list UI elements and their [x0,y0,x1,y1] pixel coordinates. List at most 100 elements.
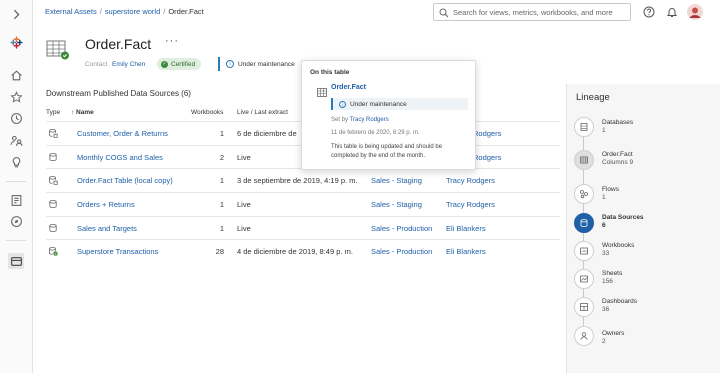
lineage-dashboards[interactable]: Dashboards 36 [602,298,637,314]
table-asset-icon [46,40,70,60]
sheet-icon[interactable] [574,269,594,289]
info-icon: i [339,100,346,108]
search-box[interactable] [433,3,631,21]
search-input[interactable] [453,6,628,19]
datasource-live-icon [48,199,58,209]
left-nav-rail [0,0,33,373]
home-icon[interactable] [8,67,24,83]
row-name-link[interactable]: Customer, Order & Returns [77,129,168,138]
lineage-title: Lineage [576,92,610,103]
lineage-label: Databases [602,119,634,126]
row-name-link[interactable]: Monthly COGS and Sales [77,153,163,162]
row-live: Live [237,223,251,233]
lineage-workbooks[interactable]: Workbooks 33 [602,242,634,258]
more-actions-button[interactable]: ··· [165,35,179,47]
lineage-sheets[interactable]: Sheets 156 [602,270,622,286]
table-row[interactable]: Sales and Targets 1 Live Sales - Product… [46,215,560,240]
row-name-link[interactable]: Superstore Transactions [77,247,158,256]
lineage-count: 2 [602,338,606,345]
rail-divider [6,240,26,241]
popover-message: This table is being updated and should b… [331,144,443,159]
row-project-link[interactable]: Sales - Staging [371,176,422,185]
page-title: Order.Fact [85,36,152,52]
table-row[interactable]: Superstore Transactions 28 4 de diciembr… [46,239,560,263]
row-name-link[interactable]: Order.Fact Table (local copy) [77,176,173,185]
maintenance-popover: On this table Order.Fact i Under mainten… [301,60,476,170]
lineage-owners[interactable]: Owners 2 [602,330,624,346]
row-project-link[interactable]: Sales - Staging [371,200,422,209]
row-workbooks: 2 [219,152,224,162]
dashboard-icon[interactable] [574,297,594,317]
col-workbooks[interactable]: Workbooks [191,109,223,116]
row-workbooks: 1 [219,129,224,138]
tableau-logo-icon[interactable] [8,34,24,50]
row-owner-link[interactable]: Eli Blankers [446,247,486,256]
lineage-label: Dashboards [602,298,638,305]
help-icon[interactable] [642,5,656,19]
shared-with-me-icon[interactable] [8,132,24,148]
recents-clock-icon[interactable] [8,110,24,126]
certified-badge[interactable]: ✓ Certified [157,58,202,70]
popover-table-link[interactable]: Order.Fact [331,84,366,91]
owner-icon[interactable] [574,326,594,346]
row-owner-link[interactable]: Tracy Rodgers [446,200,495,209]
row-owner-link[interactable]: Tracy Rodgers [446,176,495,185]
collections-icon[interactable] [8,192,24,208]
lineage-count: 1 [602,127,606,134]
table-icon[interactable] [574,150,594,170]
row-owner-link[interactable]: Eli Blankers [446,224,486,233]
row-project-link[interactable]: Sales - Production [371,224,432,233]
datasource-live-icon [48,223,58,233]
row-live: Live [237,152,251,162]
row-live: 4 de diciembre de 2019, 8:49 p. m. [237,247,353,257]
workbook-icon[interactable] [574,241,594,261]
lineage-flows[interactable]: Flows 1 [602,186,619,202]
col-type[interactable]: Type [46,109,60,116]
expand-chevron-icon[interactable] [8,6,24,22]
recommendations-bulb-icon[interactable] [8,154,24,170]
row-name-link[interactable]: Orders + Returns [77,200,135,209]
row-project-link[interactable]: Sales - Production [371,247,432,256]
row-owner-link[interactable]: Rodgers [473,129,501,138]
lineage-current-table[interactable]: Order.Fact Columns 9 [602,151,633,167]
lineage-data-sources[interactable]: Data Sources 6 [602,214,644,230]
breadcrumb-superstore-world[interactable]: superstore world [105,7,160,16]
check-icon: ✓ [161,60,168,68]
certified-label: Certified [171,60,196,68]
table-row[interactable]: Order.Fact Table (local copy) 1 3 de sep… [46,168,560,192]
row-workbooks: 28 [215,247,224,257]
breadcrumb: External Assets / superstore world / Order.F… [45,7,204,16]
notifications-bell-icon[interactable] [665,5,679,19]
row-live: 6 de diciembre de [237,129,297,138]
row-owner-link[interactable]: Rodgers [473,153,501,162]
flow-icon[interactable] [574,184,594,204]
lineage-count: 36 [602,306,610,313]
col-name[interactable]: ↑ Name [71,109,94,116]
lineage-label: Flows [602,186,619,193]
set-by-label: Set by [331,117,349,123]
popover-timestamp: 11 de febrero de 2020, 6:29 p. m. [331,130,420,136]
popover-maintenance-label: Under maintenance [350,100,407,108]
datasource-icon[interactable] [574,213,594,233]
lineage-count: Columns 9 [602,159,634,166]
external-assets-icon[interactable] [8,253,24,269]
maintenance-label: Under maintenance [238,60,295,68]
explore-compass-icon[interactable] [8,213,24,229]
breadcrumb-external-assets[interactable]: External Assets [45,7,97,16]
favorites-star-icon[interactable] [8,89,24,105]
search-icon [439,8,449,18]
contact-link[interactable]: Emily Chen [112,61,145,68]
lineage-count: 1 [602,194,606,201]
col-live-last-extract[interactable]: Live / Last extract [237,109,288,116]
lineage-label: Sheets [602,270,623,277]
lineage-panel: Lineage Databases 1 Order.Fact Columns 9… [566,84,720,373]
table-row[interactable]: Orders + Returns 1 Live Sales - Staging … [46,192,560,216]
lineage-databases[interactable]: Databases 1 [602,119,633,135]
set-by-user-link[interactable]: Tracy Rodgers [350,117,389,123]
maintenance-warning[interactable]: i Under maintenance [218,57,295,71]
datasource-extract-icon [48,175,58,186]
row-name-link[interactable]: Sales and Targets [77,224,137,233]
lineage-label: Order.Fact [602,151,633,158]
user-avatar[interactable] [687,4,703,20]
database-icon[interactable] [574,117,594,137]
